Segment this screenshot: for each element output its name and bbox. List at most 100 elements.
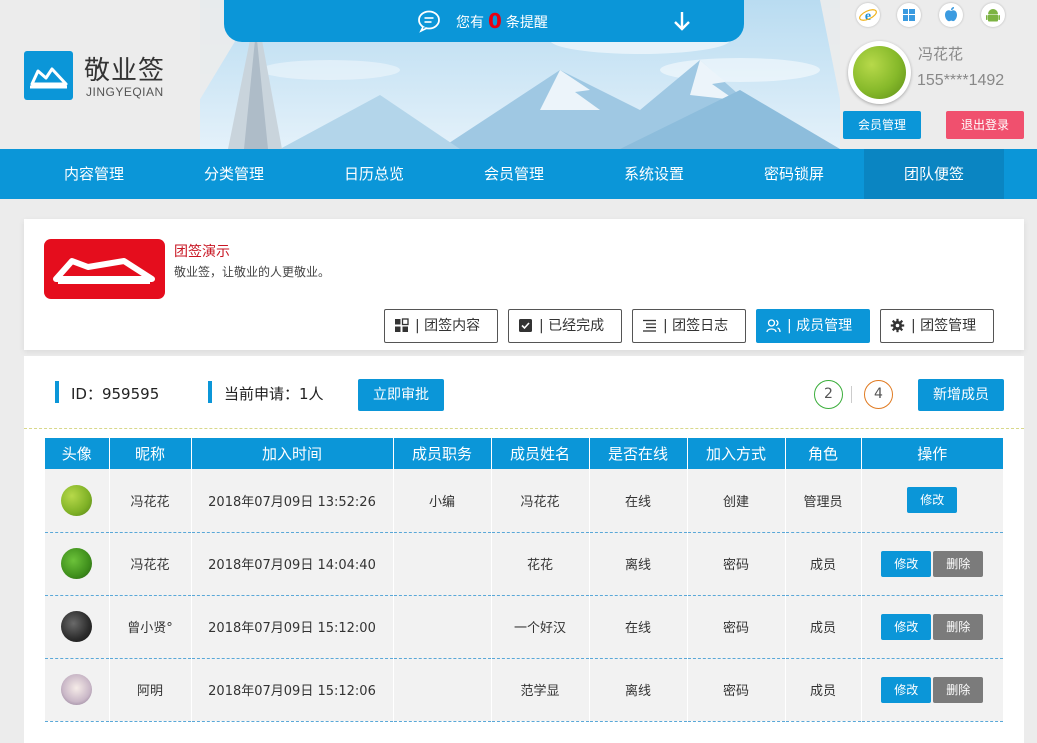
member-role: 成员 — [785, 532, 862, 596]
add-member-button[interactable]: 新增成员 — [918, 379, 1004, 411]
col-online: 是否在线 — [589, 438, 688, 469]
logout-button[interactable]: 退出登录 — [946, 111, 1024, 139]
nav-team-notes[interactable]: 团队便签 — [864, 149, 1004, 199]
main-nav: 内容管理 分类管理 日历总览 会员管理 系统设置 密码锁屏 团队便签 — [0, 149, 1037, 199]
member-online: 在线 — [589, 595, 688, 659]
reminder-bar[interactable]: 您有 0 条提醒 — [224, 0, 744, 42]
nav-membership[interactable]: 会员管理 — [444, 149, 584, 199]
member-actions: 修改 删除 — [861, 595, 1003, 659]
col-avatar: 头像 — [45, 438, 110, 469]
edit-button[interactable]: 修改 — [907, 487, 958, 514]
count-badge-green: 2 — [814, 380, 843, 409]
member-join-method: 密码 — [687, 658, 786, 722]
avatar-image — [853, 46, 906, 99]
member-nickname: 阿明 — [109, 658, 192, 722]
ie-icon[interactable]: e — [856, 3, 880, 27]
member-actions: 修改 删除 — [861, 658, 1003, 722]
brand-name: 敬业签 — [84, 56, 166, 86]
users-icon — [766, 319, 781, 333]
tab-member-management-label: | 成员管理 — [787, 318, 853, 334]
member-avatar[interactable] — [61, 548, 93, 579]
tab-team-content[interactable]: | 团签内容 — [384, 309, 498, 343]
user-avatar[interactable] — [848, 41, 911, 104]
apply-marker — [208, 381, 212, 403]
member-avatar[interactable] — [61, 611, 93, 642]
member-nickname: 曾小贤° — [109, 595, 192, 659]
android-icon[interactable] — [981, 3, 1005, 27]
member-join-time: 2018年07月09日 15:12:00 — [191, 595, 394, 659]
member-join-time: 2018年07月09日 13:52:26 — [191, 469, 394, 533]
team-name: 团签演示 — [174, 244, 230, 260]
member-online: 离线 — [589, 532, 688, 596]
member-role: 成员 — [785, 595, 862, 659]
nav-content[interactable]: 内容管理 — [24, 149, 164, 199]
boat-logo-icon — [30, 67, 68, 89]
col-role: 角色 — [785, 438, 862, 469]
windows-icon[interactable] — [897, 3, 921, 27]
member-name: 花花 — [491, 532, 590, 596]
member-name: 冯花花 — [491, 469, 590, 533]
edit-button[interactable]: 修改 — [881, 676, 932, 703]
col-member-name: 成员姓名 — [491, 438, 590, 469]
header: 您有 0 条提醒 敬业签 JINGYEQIAN e 冯花花 155****1492 … — [0, 0, 1037, 149]
team-card: 团签演示 敬业签，让敬业的人更敬业。 | 团签内容 | 已经完成 | 团签日志 … — [24, 219, 1024, 350]
member-role: 管理员 — [785, 469, 862, 533]
reminder-count: 0 — [488, 9, 502, 33]
member-nickname: 冯花花 — [109, 469, 192, 533]
member-name: 范学显 — [491, 658, 590, 722]
tab-completed[interactable]: | 已经完成 — [508, 309, 622, 343]
delete-button[interactable]: 删除 — [933, 550, 984, 577]
member-panel: ID：959595 当前申请：1人 立即审批 2 4 新增成员 头像 昵称 加入… — [24, 356, 1024, 743]
member-duty — [393, 532, 492, 596]
member-duty: 小编 — [393, 469, 492, 533]
member-nickname: 冯花花 — [109, 532, 192, 596]
member-join-time: 2018年07月09日 15:12:06 — [191, 658, 394, 722]
member-online: 离线 — [589, 658, 688, 722]
arrow-down-icon[interactable] — [671, 10, 693, 32]
boat-logo-icon — [53, 258, 155, 284]
nav-category[interactable]: 分类管理 — [164, 149, 304, 199]
member-management-button[interactable]: 会员管理 — [843, 111, 921, 139]
col-actions: 操作 — [861, 438, 1003, 469]
user-name: 冯花花 — [918, 45, 964, 63]
tab-team-settings[interactable]: | 团签管理 — [880, 309, 994, 343]
tab-member-management[interactable]: | 成员管理 — [756, 309, 870, 343]
reminder-prefix: 您有 — [456, 15, 484, 31]
nav-calendar[interactable]: 日历总览 — [304, 149, 444, 199]
count-badge-orange: 4 — [864, 380, 893, 409]
table-header-row: 头像 昵称 加入时间 成员职务 成员姓名 是否在线 加入方式 角色 操作 — [45, 438, 1003, 469]
reminder-suffix: 条提醒 — [505, 15, 548, 31]
tab-completed-label: | 已经完成 — [539, 318, 605, 334]
member-duty — [393, 595, 492, 659]
tab-team-content-label: | 团签内容 — [415, 318, 481, 334]
edit-button[interactable]: 修改 — [881, 613, 932, 640]
approve-now-button[interactable]: 立即审批 — [358, 379, 444, 411]
table-row: 冯花花 2018年07月09日 14:04:40 花花 离线 密码 成员 修改删… — [45, 532, 1003, 596]
brand-subtitle: JINGYEQIAN — [86, 85, 164, 99]
edit-button[interactable]: 修改 — [881, 550, 932, 577]
tab-team-settings-label: | 团签管理 — [911, 318, 977, 334]
member-avatar[interactable] — [61, 674, 93, 705]
logo[interactable] — [24, 51, 73, 100]
table-row: 曾小贤° 2018年07月09日 15:12:00 一个好汉 在线 密码 成员 … — [45, 595, 1003, 659]
divider — [24, 428, 1024, 429]
delete-button[interactable]: 删除 — [933, 613, 984, 640]
nav-settings[interactable]: 系统设置 — [584, 149, 724, 199]
col-join-method: 加入方式 — [687, 438, 786, 469]
nav-password-lock[interactable]: 密码锁屏 — [724, 149, 864, 199]
col-duty: 成员职务 — [393, 438, 492, 469]
member-actions: 修改 — [861, 469, 1003, 533]
team-logo — [44, 239, 165, 299]
count-separator — [851, 386, 852, 403]
checkbox-icon — [519, 319, 532, 332]
delete-button[interactable]: 删除 — [933, 676, 984, 703]
member-actions: 修改 删除 — [861, 532, 1003, 596]
tab-team-log[interactable]: | 团签日志 — [632, 309, 746, 343]
gear-icon — [890, 318, 905, 333]
member-avatar[interactable] — [61, 484, 93, 516]
member-name: 一个好汉 — [491, 595, 590, 659]
apple-icon[interactable] — [939, 3, 963, 27]
member-table: 头像 昵称 加入时间 成员职务 成员姓名 是否在线 加入方式 角色 操作 冯花花… — [45, 438, 1003, 722]
reminder-text: 您有 0 条提醒 — [456, 0, 548, 42]
pending-applications: 当前申请：1人 — [224, 385, 324, 403]
